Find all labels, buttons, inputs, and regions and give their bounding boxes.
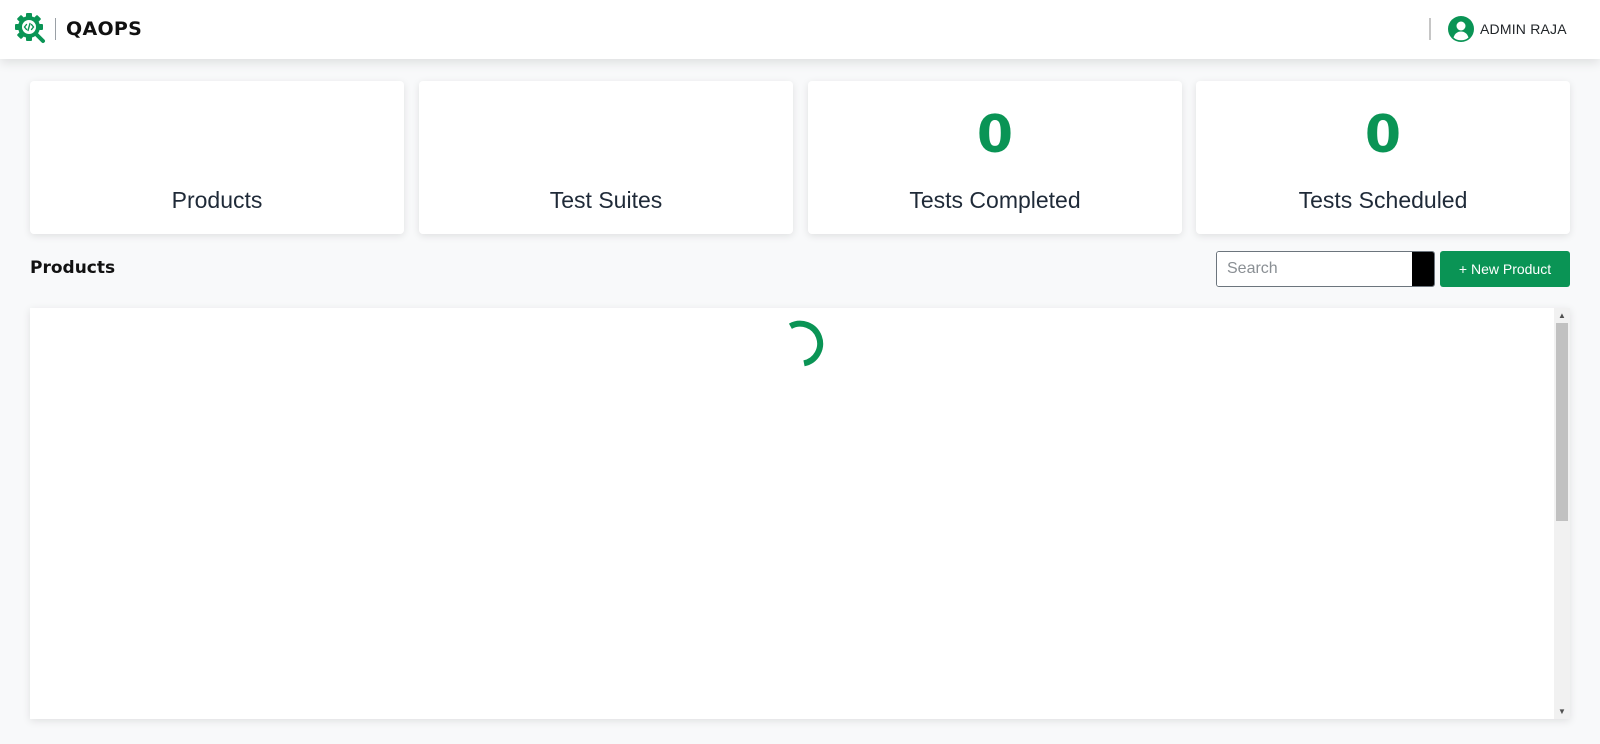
stat-label: Tests Scheduled (1298, 187, 1468, 213)
top-navbar: QAOPS ADMIN RAJA (0, 0, 1600, 59)
stat-card-test-suites: Test Suites (419, 81, 793, 234)
stat-value: 0 (1364, 105, 1402, 165)
products-table-panel: ▲ ▼ (30, 308, 1570, 719)
search-button[interactable] (1412, 252, 1434, 286)
brand-name[interactable]: QAOPS (66, 18, 142, 40)
brand-divider (55, 18, 56, 40)
scroll-down-arrow-icon[interactable]: ▼ (1554, 704, 1570, 719)
search-input[interactable] (1217, 252, 1413, 286)
vertical-scrollbar[interactable]: ▲ ▼ (1554, 308, 1570, 719)
user-circle-icon[interactable] (1448, 16, 1474, 42)
products-section-title: Products (30, 258, 116, 278)
scroll-thumb[interactable] (1556, 323, 1568, 521)
loading-spinner-icon (764, 316, 824, 376)
stat-label: Tests Completed (909, 187, 1081, 213)
search-box (1216, 251, 1435, 287)
user-name[interactable]: ADMIN RAJA (1480, 21, 1567, 37)
stat-label: Test Suites (549, 187, 663, 213)
gear-code-logo-icon[interactable] (14, 12, 46, 44)
stat-card-products: Products (30, 81, 404, 234)
stat-value: 0 (976, 105, 1014, 165)
stat-label: Products (171, 187, 263, 213)
user-divider (1429, 18, 1431, 40)
scroll-up-arrow-icon[interactable]: ▲ (1554, 308, 1570, 323)
dashboard-main: Products Test Suites 0 Tests Completed 0… (0, 59, 1600, 744)
new-product-button[interactable]: + New Product (1440, 251, 1570, 287)
stat-card-tests-completed: 0 Tests Completed (808, 81, 1182, 234)
stat-card-tests-scheduled: 0 Tests Scheduled (1196, 81, 1570, 234)
